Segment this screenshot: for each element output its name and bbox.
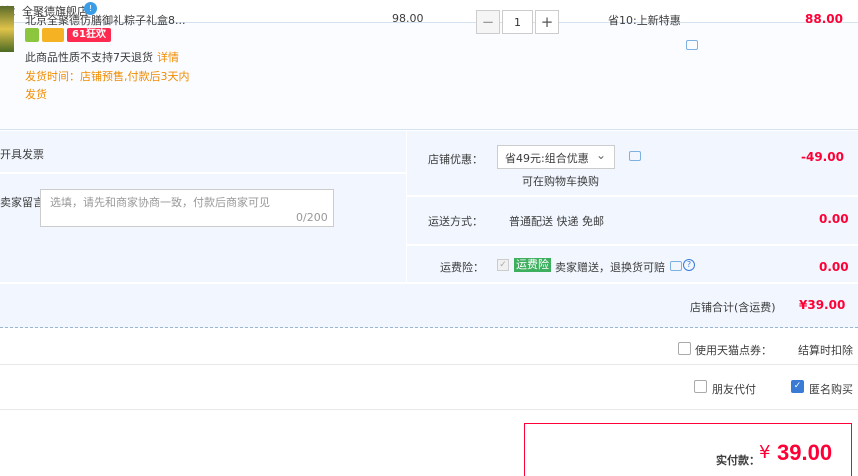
product-title[interactable]: 北京全聚德仿膳御礼粽子礼盒8... xyxy=(25,12,186,28)
product-thumbnail[interactable] xyxy=(0,6,14,52)
no-return-notice: 此商品性质不支持7天退货 详情 xyxy=(25,49,179,65)
details-link[interactable]: 详情 xyxy=(157,51,179,64)
coupon-amount: -49.00 xyxy=(801,150,844,164)
invoice-option[interactable]: 开具发票 xyxy=(0,146,44,162)
pay-label: 实付款： xyxy=(716,454,760,467)
service-badge-icon xyxy=(25,28,39,42)
divider xyxy=(0,364,858,365)
divider xyxy=(406,131,407,282)
pay-amount: 39.00 xyxy=(777,440,833,465)
help-icon[interactable]: ? xyxy=(683,259,695,271)
coupon-selected-value: 省49元:组合优惠 xyxy=(505,152,589,165)
shipping-label: 运送方式： xyxy=(428,215,483,228)
chat-icon[interactable] xyxy=(629,151,641,161)
insurance-checkbox: ✓ xyxy=(497,259,509,271)
promo-label: 省10:上新特惠 xyxy=(608,14,681,27)
insurance-description: 卖家赠送，退换货可赔 xyxy=(555,261,665,274)
anonymous-purchase-checkbox[interactable]: ✓ xyxy=(791,380,804,393)
no-return-text: 此商品性质不支持7天退货 xyxy=(25,51,153,64)
divider xyxy=(0,409,858,410)
friend-pay-checkbox[interactable] xyxy=(694,380,707,393)
unit-price: 98.00 xyxy=(392,12,424,25)
shop-total-label: 店铺合计(含运费) xyxy=(690,301,776,314)
insurance-amount: 0.00 xyxy=(819,260,849,274)
promo-61-badge: 61狂欢 xyxy=(67,28,111,42)
message-placeholder: 选填，请先和商家协商一致，付款后商家可见 xyxy=(50,196,270,209)
tmall-points-deduct: 结算时扣除 xyxy=(798,344,853,357)
quantity-decrease-button[interactable]: − xyxy=(476,10,500,34)
insurance-label: 运费险： xyxy=(440,261,484,274)
card-badge-icon xyxy=(42,28,64,42)
anonymous-purchase-label: 匿名购买 xyxy=(809,383,853,396)
shipping-amount: 0.00 xyxy=(819,212,849,226)
divider xyxy=(406,244,858,246)
item-subtotal: 88.00 xyxy=(805,12,843,26)
friend-pay-label: 朋友代付 xyxy=(712,383,756,396)
divider xyxy=(406,195,858,197)
message-char-count: 0/200 xyxy=(296,211,328,224)
tmall-points-checkbox[interactable] xyxy=(678,342,691,355)
chat-icon[interactable] xyxy=(670,261,682,271)
coupon-tip: 可在购物车换购 xyxy=(522,175,599,188)
shop-total-amount: ¥39.00 xyxy=(799,298,846,312)
quantity-input[interactable] xyxy=(502,10,533,34)
chevron-down-icon: ⌄ xyxy=(596,148,607,162)
ship-time-cont: 发货 xyxy=(25,88,47,101)
divider xyxy=(0,172,406,174)
currency-symbol: ¥ xyxy=(759,442,771,463)
insurance-tag: 运费险 xyxy=(514,258,551,272)
chat-icon[interactable] xyxy=(686,40,698,50)
shipping-method: 普通配送 快递 免邮 xyxy=(509,215,604,228)
tmall-points-label: 使用天猫点券： xyxy=(695,344,772,357)
coupon-label: 店铺优惠： xyxy=(428,153,483,166)
quantity-increase-button[interactable]: + xyxy=(535,10,559,34)
ship-time: 发货时间：店铺预售,付款后3天内 xyxy=(25,70,190,83)
